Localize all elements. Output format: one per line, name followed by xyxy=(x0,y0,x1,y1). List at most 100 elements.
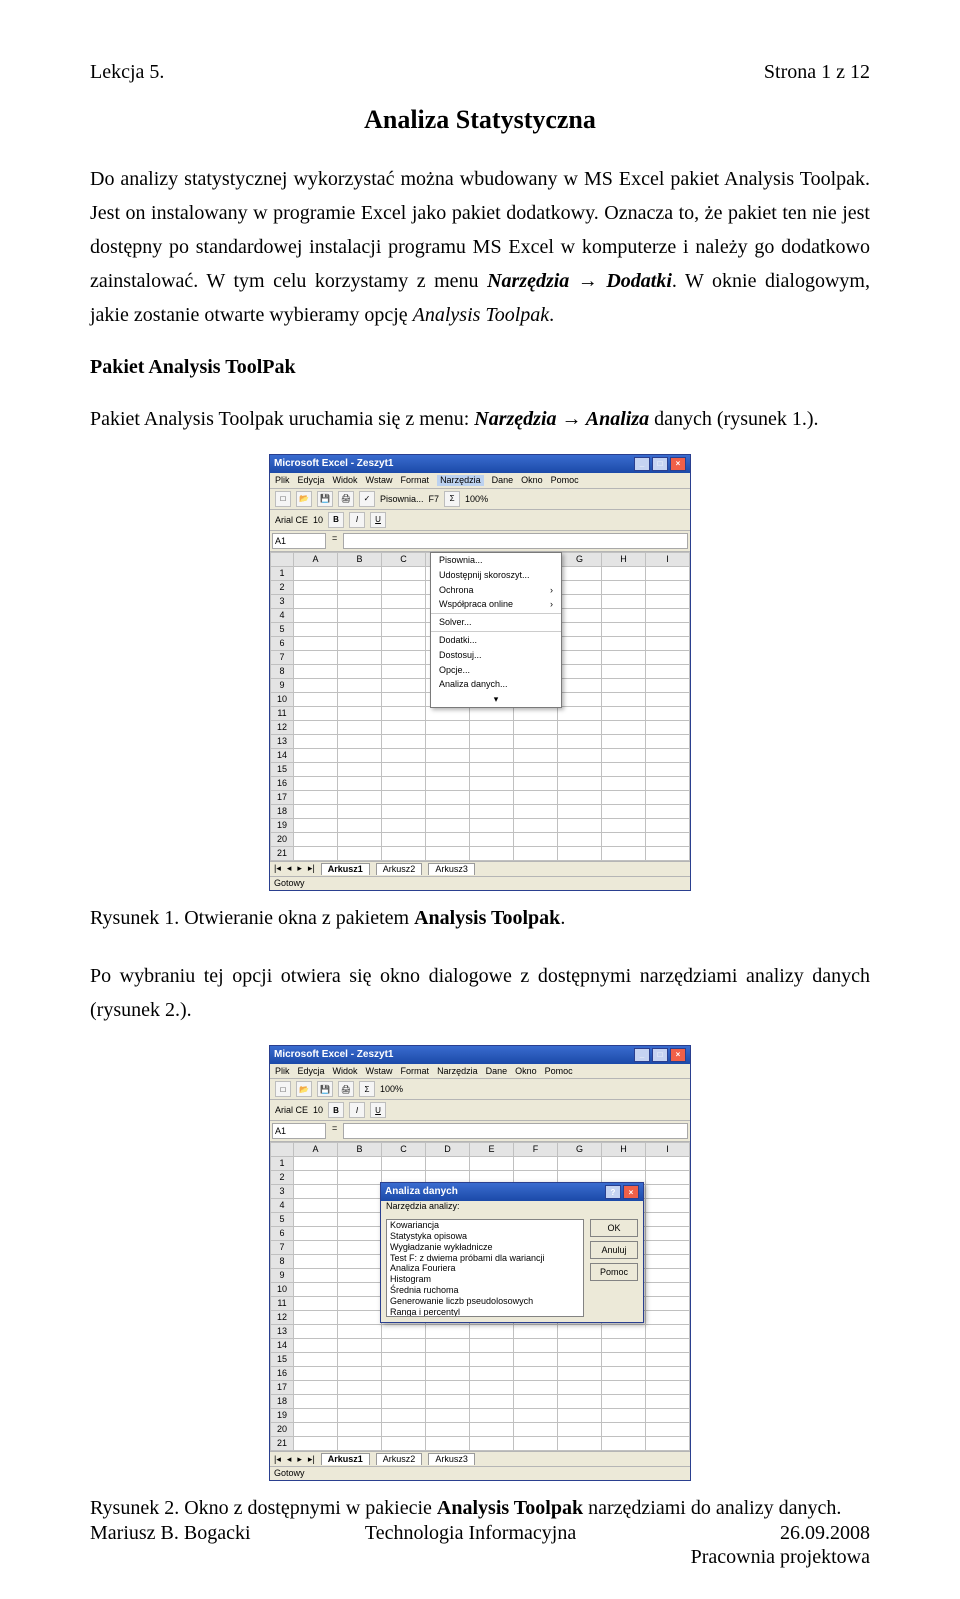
new-icon[interactable]: □ xyxy=(275,491,291,507)
minimize-button[interactable]: _ xyxy=(634,457,650,471)
menu-item[interactable]: Współpraca online xyxy=(431,597,561,612)
footer-center: Technologia Informacyjna xyxy=(365,1521,576,1569)
ok-button[interactable]: OK xyxy=(590,1219,638,1237)
spellcheck-label[interactable]: Pisownia... xyxy=(380,494,424,505)
bold-icon[interactable]: B xyxy=(328,1102,344,1118)
list-item[interactable]: Kowariancja xyxy=(387,1220,583,1231)
sheet-tab-arkusz1[interactable]: Arkusz1 xyxy=(321,863,370,875)
maximize-button[interactable]: □ xyxy=(652,1048,668,1062)
menu-wstaw[interactable]: Wstaw xyxy=(366,1066,393,1077)
formula-input[interactable] xyxy=(343,1123,688,1139)
menu-item[interactable]: Analiza danych... xyxy=(431,677,561,692)
list-item[interactable]: Generowanie liczb pseudolosowych xyxy=(387,1296,583,1307)
menu-pomoc[interactable]: Pomoc xyxy=(545,1066,573,1077)
list-item[interactable]: Wygładzanie wykładnicze xyxy=(387,1242,583,1253)
footer-left: Mariusz B. Bogacki xyxy=(90,1521,251,1569)
sheet-tab-arkusz2[interactable]: Arkusz2 xyxy=(376,863,423,875)
window-title: Microsoft Excel - Zeszyt1 xyxy=(274,1049,393,1061)
maximize-button[interactable]: □ xyxy=(652,457,668,471)
font-name-selector[interactable]: Arial CE xyxy=(275,515,308,526)
new-icon[interactable]: □ xyxy=(275,1081,291,1097)
tab-nav-prev[interactable]: ◂ xyxy=(287,1454,292,1465)
menu-item[interactable]: Ochrona xyxy=(431,583,561,598)
section-heading: Pakiet Analysis ToolPak xyxy=(90,350,870,384)
minimize-button[interactable]: _ xyxy=(634,1048,650,1062)
tab-nav-next[interactable]: ▸ xyxy=(297,1454,302,1465)
sum-icon[interactable]: Σ xyxy=(359,1081,375,1097)
dialog-help-icon[interactable]: ? xyxy=(605,1185,621,1199)
tools-listbox[interactable]: KowariancjaStatystyka opisowaWygładzanie… xyxy=(386,1219,584,1317)
open-icon[interactable]: 📂 xyxy=(296,491,312,507)
print-icon[interactable]: 🖨 xyxy=(338,491,354,507)
spreadsheet-grid[interactable]: ABCDEFGHI1234567891011121314151617181920… xyxy=(270,552,690,861)
underline-icon[interactable]: U xyxy=(370,512,386,528)
sheet-tab-arkusz3[interactable]: Arkusz3 xyxy=(428,1453,475,1465)
menu-plik[interactable]: Plik xyxy=(275,475,290,486)
dialog-close-icon[interactable]: × xyxy=(623,1185,639,1199)
close-button[interactable]: × xyxy=(670,457,686,471)
help-button[interactable]: Pomoc xyxy=(590,1263,638,1281)
menu-item[interactable]: Udostępnij skoroszyt... xyxy=(431,568,561,583)
menu-item[interactable]: Dodatki... xyxy=(431,633,561,648)
name-box[interactable] xyxy=(272,1123,326,1139)
menu-format[interactable]: Format xyxy=(401,475,430,486)
menu-item[interactable]: Solver... xyxy=(431,615,561,630)
print-icon[interactable]: 🖨 xyxy=(338,1081,354,1097)
font-size-selector[interactable]: 10 xyxy=(313,1105,323,1116)
list-item[interactable]: Średnia ruchoma xyxy=(387,1285,583,1296)
tab-nav-first[interactable]: |◂ xyxy=(274,863,281,874)
menu-wstaw[interactable]: Wstaw xyxy=(366,475,393,486)
font-name-selector[interactable]: Arial CE xyxy=(275,1105,308,1116)
sheet-tab-arkusz2[interactable]: Arkusz2 xyxy=(376,1453,423,1465)
menu-widok[interactable]: Widok xyxy=(333,1066,358,1077)
menu-dane[interactable]: Dane xyxy=(492,475,514,486)
list-item[interactable]: Histogram xyxy=(387,1274,583,1285)
menu-okno[interactable]: Okno xyxy=(515,1066,537,1077)
open-icon[interactable]: 📂 xyxy=(296,1081,312,1097)
formula-input[interactable] xyxy=(343,533,688,549)
italic-icon[interactable]: I xyxy=(349,1102,365,1118)
save-icon[interactable]: 💾 xyxy=(317,1081,333,1097)
zoom-value[interactable]: 100% xyxy=(380,1084,403,1095)
tab-nav-next[interactable]: ▸ xyxy=(297,863,302,874)
menu-item[interactable]: Opcje... xyxy=(431,663,561,678)
menu-item[interactable]: Dostosuj... xyxy=(431,648,561,663)
tab-nav-first[interactable]: |◂ xyxy=(274,1454,281,1465)
menu-narzedzia[interactable]: Narzędzia xyxy=(437,1066,478,1077)
zoom-value[interactable]: 100% xyxy=(465,494,488,505)
tab-nav-prev[interactable]: ◂ xyxy=(287,863,292,874)
sheet-tab-arkusz3[interactable]: Arkusz3 xyxy=(428,863,475,875)
sum-icon[interactable]: Σ xyxy=(444,491,460,507)
close-button[interactable]: × xyxy=(670,1048,686,1062)
titlebar: Microsoft Excel - Zeszyt1 _ □ × xyxy=(270,1046,690,1064)
menu-narzedzia[interactable]: Narzędzia xyxy=(437,475,484,486)
spellcheck-icon[interactable]: ✓ xyxy=(359,491,375,507)
list-item[interactable]: Statystyka opisowa xyxy=(387,1231,583,1242)
list-item[interactable]: Test F: z dwiema próbami dla wariancji xyxy=(387,1253,583,1264)
menu-edycja[interactable]: Edycja xyxy=(298,1066,325,1077)
font-size-selector[interactable]: 10 xyxy=(313,515,323,526)
underline-icon[interactable]: U xyxy=(370,1102,386,1118)
sheet-tab-arkusz1[interactable]: Arkusz1 xyxy=(321,1453,370,1465)
menu-format[interactable]: Format xyxy=(401,1066,430,1077)
tab-nav-last[interactable]: ▸| xyxy=(308,1454,315,1465)
menu-pomoc[interactable]: Pomoc xyxy=(551,475,579,486)
menu-dane[interactable]: Dane xyxy=(486,1066,508,1077)
menu-okno[interactable]: Okno xyxy=(521,475,543,486)
excel-window-1: Microsoft Excel - Zeszyt1 _ □ × Plik Edy… xyxy=(269,454,691,890)
save-icon[interactable]: 💾 xyxy=(317,491,333,507)
tab-nav-last[interactable]: ▸| xyxy=(308,863,315,874)
status-bar: Gotowy xyxy=(270,1466,690,1480)
spreadsheet-grid[interactable]: ABCDEFGHI1234567891011121314151617181920… xyxy=(270,1142,690,1451)
list-item[interactable]: Ranga i percentyl xyxy=(387,1307,583,1318)
menu-item[interactable]: Pisownia... xyxy=(431,553,561,568)
list-item[interactable]: Analiza Fouriera xyxy=(387,1263,583,1274)
name-box[interactable] xyxy=(272,533,326,549)
menu-expand-icon[interactable]: ▾ xyxy=(431,692,561,707)
menu-widok[interactable]: Widok xyxy=(333,475,358,486)
bold-icon[interactable]: B xyxy=(328,512,344,528)
italic-icon[interactable]: I xyxy=(349,512,365,528)
menu-edycja[interactable]: Edycja xyxy=(298,475,325,486)
cancel-button[interactable]: Anuluj xyxy=(590,1241,638,1259)
menu-plik[interactable]: Plik xyxy=(275,1066,290,1077)
